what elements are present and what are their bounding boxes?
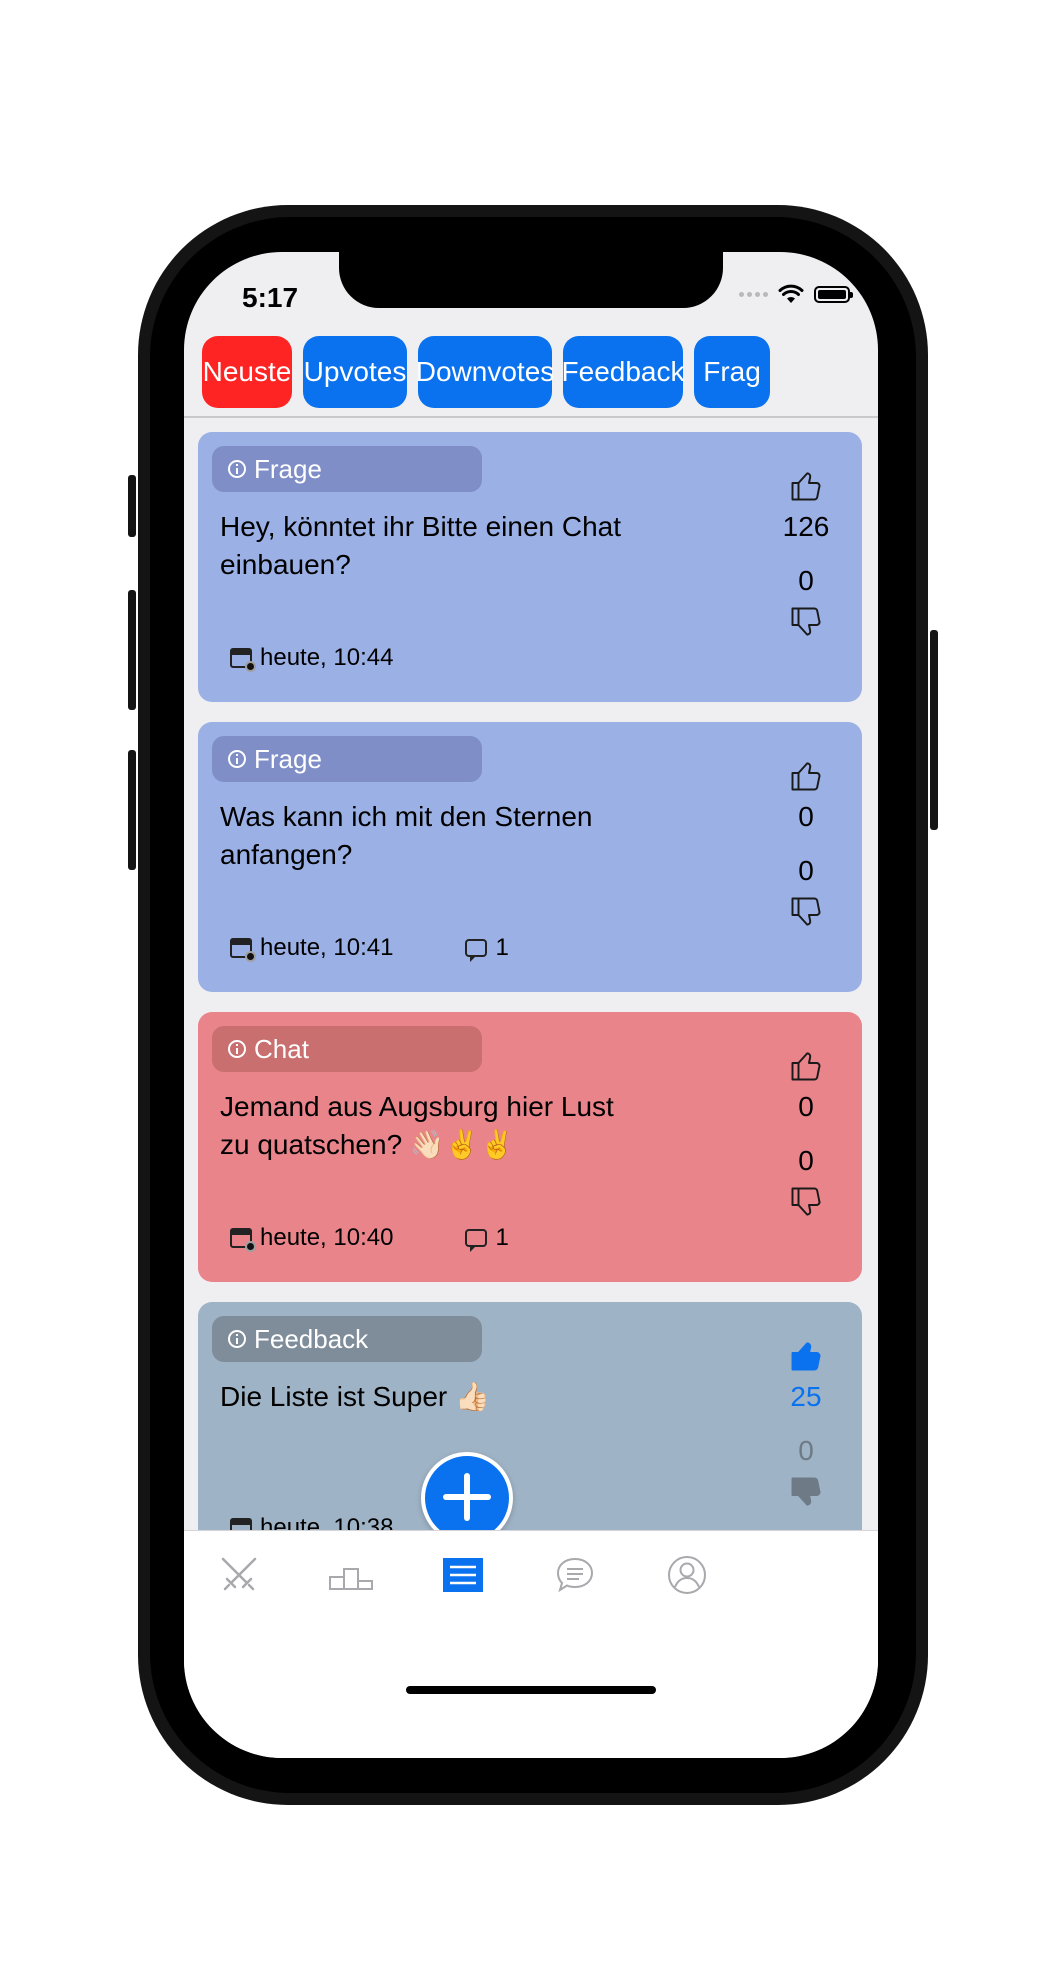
info-icon [228,460,246,478]
downvote-count: 0 [798,855,814,886]
category-label: Frage [254,743,322,774]
home-indicator[interactable] [406,1686,656,1694]
post-date: heute, 10:44 [260,644,394,671]
post-text: Die Liste ist Super 👍🏻 [220,1381,490,1412]
mute-switch [128,475,136,537]
downvote-count: 0 [798,1145,814,1176]
post-text: Jemand aus Augsburg hier Lust zu quatsch… [220,1091,614,1160]
comment-icon [465,939,488,962]
filter-upvotes[interactable]: Upvotes [303,336,407,408]
info-icon [228,1330,246,1348]
post-date: heute, 10:41 [260,934,394,961]
app-screen: 5:17 Neuste Upvotes Downvotes Feedback F… [184,252,878,1758]
category-tag: Feedback [212,1316,482,1362]
thumbs-down-icon[interactable] [788,894,824,930]
thumbs-down-icon[interactable] [788,1184,824,1220]
post-meta: heute, 10:40 1 [230,1224,509,1252]
thumbs-up-icon[interactable] [788,1338,824,1374]
post-card[interactable]: Frage Hey, könntet ihr Bitte einen Chat … [198,432,862,702]
podium-icon [329,1568,373,1590]
category-tag: Chat [212,1026,482,1072]
chat-icon [556,1557,594,1593]
upvote-count: 0 [798,801,814,832]
filter-neuste[interactable]: Neuste [202,336,292,408]
thumbs-up-icon[interactable] [788,758,824,794]
profile-icon [668,1556,706,1594]
tab-list[interactable] [438,1551,488,1599]
filter-divider [184,416,878,418]
tab-chat[interactable] [550,1551,600,1599]
thumbs-down-icon[interactable] [788,604,824,640]
thumbs-down-icon[interactable] [788,1474,824,1510]
status-icons [739,284,853,304]
downvote-count: 0 [798,1435,814,1466]
signal-icon [739,291,768,297]
comment-icon [465,1229,488,1252]
tab-battle[interactable] [214,1551,264,1599]
post-card[interactable]: Chat Jemand aus Augsburg hier Lust zu qu… [198,1012,862,1282]
filter-downvotes[interactable]: Downvotes [416,336,554,408]
post-text: Hey, könntet ihr Bitte einen Chat einbau… [220,511,622,580]
category-label: Chat [254,1033,309,1064]
calendar-icon [230,1228,256,1252]
comment-count-group: 1 [465,934,509,962]
volume-up-button [128,590,136,710]
volume-down-button [128,750,136,870]
comment-count: 1 [495,1224,509,1251]
info-icon [228,1040,246,1058]
category-tag: Frage [212,446,482,492]
swords-icon [221,1557,257,1591]
tab-bar [184,1530,878,1758]
vote-panel: 126 0 [766,468,846,640]
thumbs-up-icon[interactable] [788,1048,824,1084]
vote-panel: 0 0 [766,1048,846,1220]
comment-count-group: 1 [465,1224,509,1252]
category-label: Frage [254,453,322,484]
post-meta: heute, 10:41 1 [230,934,509,962]
post-meta: heute, 10:44 [230,644,393,672]
tab-profile[interactable] [662,1551,712,1599]
filter-feedback[interactable]: Feedback [562,336,684,408]
post-text: Was kann ich mit den Sternen anfangen? [220,801,593,870]
comment-count: 1 [495,934,509,961]
tab-ranking[interactable] [326,1551,376,1599]
category-tag: Frage [212,736,482,782]
wifi-icon [778,284,804,303]
power-button [930,630,938,830]
calendar-icon [230,648,256,672]
post-card[interactable]: Frage Was kann ich mit den Sternen anfan… [198,722,862,992]
battery-icon [814,285,853,303]
status-time: 5:17 [242,282,299,313]
downvote-count: 0 [798,565,814,596]
vote-panel: 25 0 [766,1338,846,1510]
thumbs-up-icon[interactable] [788,468,824,504]
post-date: heute, 10:40 [260,1224,394,1251]
info-icon [228,750,246,768]
vote-panel: 0 0 [766,758,846,930]
filter-bar: Neuste Upvotes Downvotes Feedback Frag [202,336,770,408]
calendar-icon [230,938,256,962]
list-icon [443,1558,483,1592]
upvote-count: 126 [782,511,830,542]
filter-frage[interactable]: Frag [694,336,770,408]
upvote-count: 25 [790,1381,822,1412]
notch [339,252,723,308]
category-label: Feedback [254,1323,369,1354]
upvote-count: 0 [798,1091,814,1122]
